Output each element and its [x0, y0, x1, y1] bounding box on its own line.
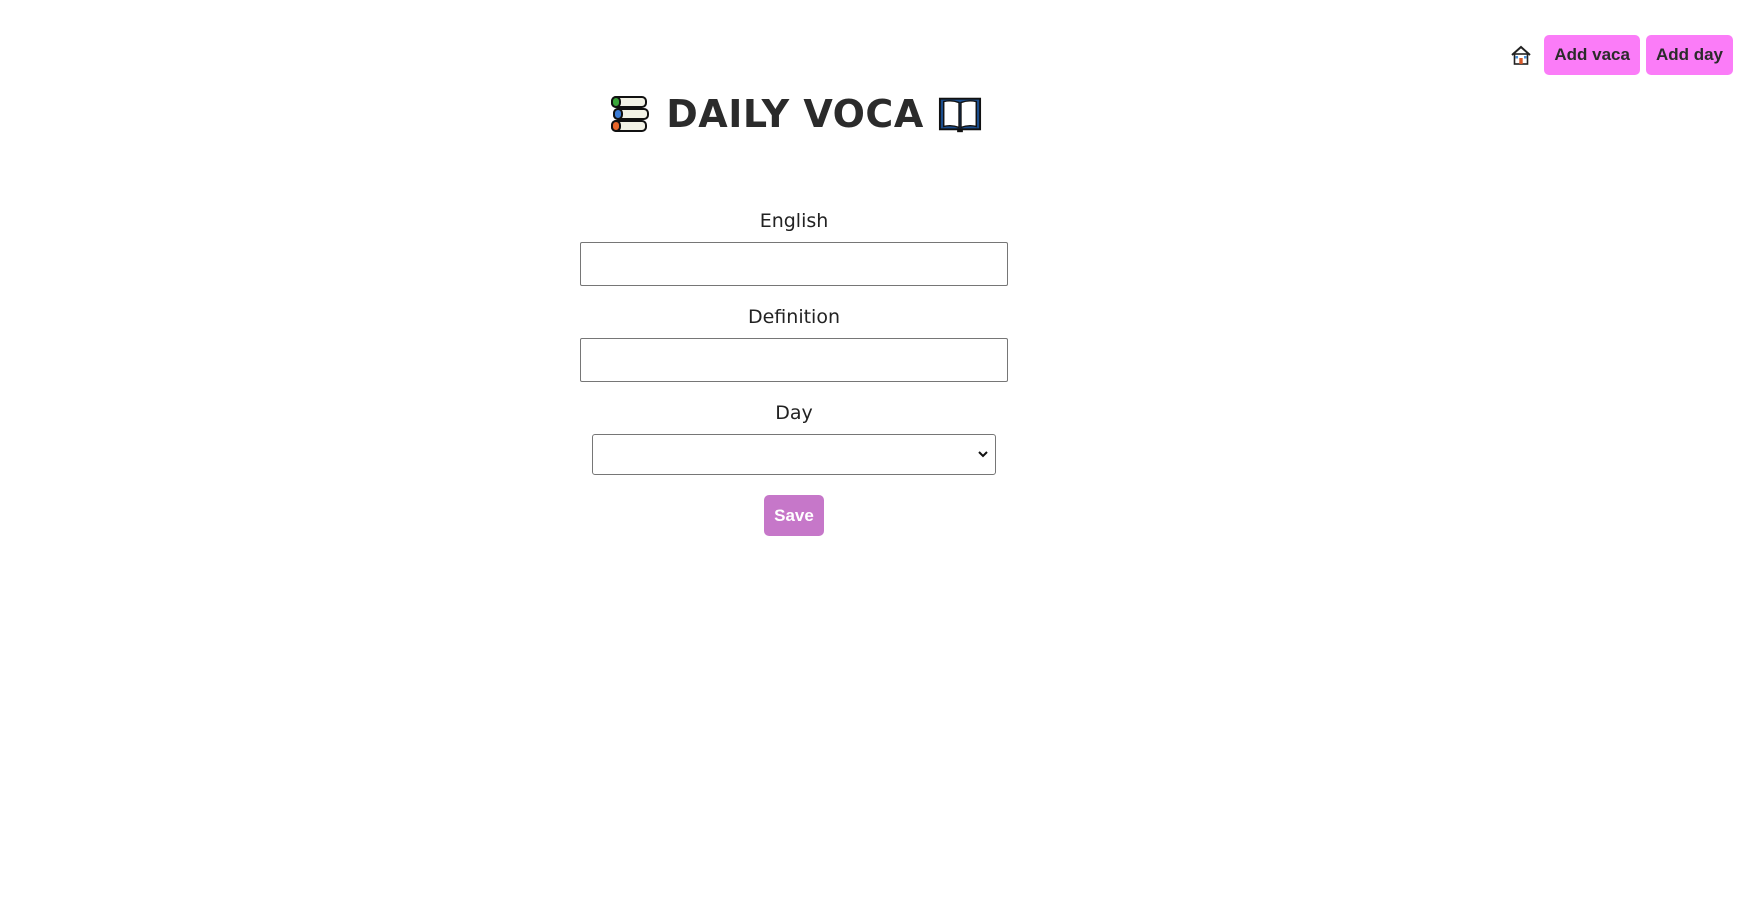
add-word-form: English Definition Day Save [580, 208, 1008, 536]
home-link[interactable] [1508, 42, 1534, 68]
page-title: DAILY VOCA [666, 92, 924, 136]
save-button[interactable]: Save [764, 495, 824, 536]
definition-label: Definition [747, 306, 840, 328]
top-nav: Add vaca Add day [1508, 35, 1733, 75]
english-label: English [759, 210, 829, 232]
day-label: Day [775, 402, 813, 424]
day-select-wrapper [592, 434, 996, 475]
day-select[interactable] [592, 434, 996, 475]
page-header: DAILY VOCA [0, 92, 1590, 136]
books-icon [608, 92, 652, 136]
add-day-button[interactable]: Add day [1645, 35, 1733, 75]
open-book-icon [938, 92, 982, 136]
add-vaca-button[interactable]: Add vaca [1544, 35, 1640, 75]
definition-input[interactable] [580, 338, 1008, 382]
english-input[interactable] [580, 242, 1008, 286]
page: Add vaca Add day DAILY VOCA English Defi… [0, 0, 1745, 918]
house-icon [1511, 45, 1532, 65]
